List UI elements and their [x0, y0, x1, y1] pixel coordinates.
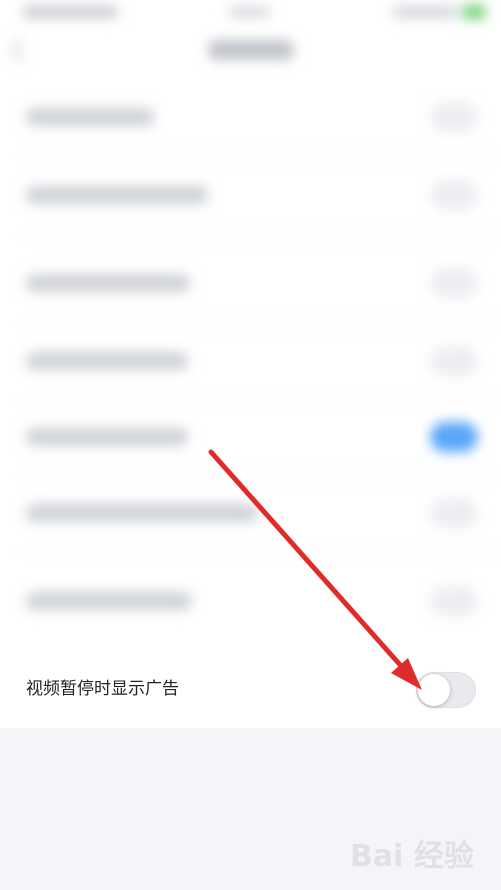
setting-label	[26, 108, 154, 126]
setting-label	[26, 504, 258, 522]
toggle-knob	[418, 674, 450, 706]
battery-icon	[462, 5, 486, 19]
row-divider	[26, 234, 501, 235]
setting-label	[26, 428, 188, 446]
status-time	[228, 7, 270, 17]
status-carrier	[22, 6, 118, 18]
setting-toggle[interactable]	[430, 346, 478, 376]
baidu-jingyan-logo: Bai 经验	[350, 839, 474, 874]
setting-row[interactable]	[0, 562, 501, 640]
blurred-region	[0, 0, 501, 640]
setting-label	[26, 592, 192, 610]
settings-screen: 视频暂停时显示广告 Bai 经验	[0, 0, 501, 890]
setting-label	[26, 186, 208, 204]
ad-on-pause-label: 视频暂停时显示广告	[26, 679, 179, 699]
page-title	[208, 40, 294, 60]
setting-toggle[interactable]	[430, 586, 478, 616]
setting-label	[26, 352, 188, 370]
row-divider	[26, 552, 501, 553]
watermark-text: Bai 经验	[350, 839, 474, 874]
setting-row[interactable]	[0, 78, 501, 156]
ad-on-pause-toggle[interactable]	[416, 672, 476, 708]
setting-row[interactable]	[0, 398, 501, 476]
nav-bar	[0, 26, 501, 76]
setting-row[interactable]	[0, 322, 501, 400]
setting-row[interactable]	[0, 474, 501, 552]
back-icon[interactable]	[10, 38, 35, 63]
setting-toggle[interactable]	[430, 498, 478, 528]
setting-toggle[interactable]	[430, 180, 478, 210]
setting-toggle[interactable]	[430, 422, 478, 452]
setting-row[interactable]	[0, 244, 501, 322]
setting-toggle[interactable]	[430, 102, 478, 132]
setting-toggle[interactable]	[430, 268, 478, 298]
status-indicators	[392, 6, 458, 18]
setting-row[interactable]	[0, 156, 501, 234]
status-bar	[0, 0, 501, 26]
setting-label	[26, 274, 190, 292]
setting-row-ad-on-pause[interactable]: 视频暂停时显示广告	[0, 650, 501, 728]
settings-panel: 视频暂停时显示广告	[0, 0, 501, 728]
